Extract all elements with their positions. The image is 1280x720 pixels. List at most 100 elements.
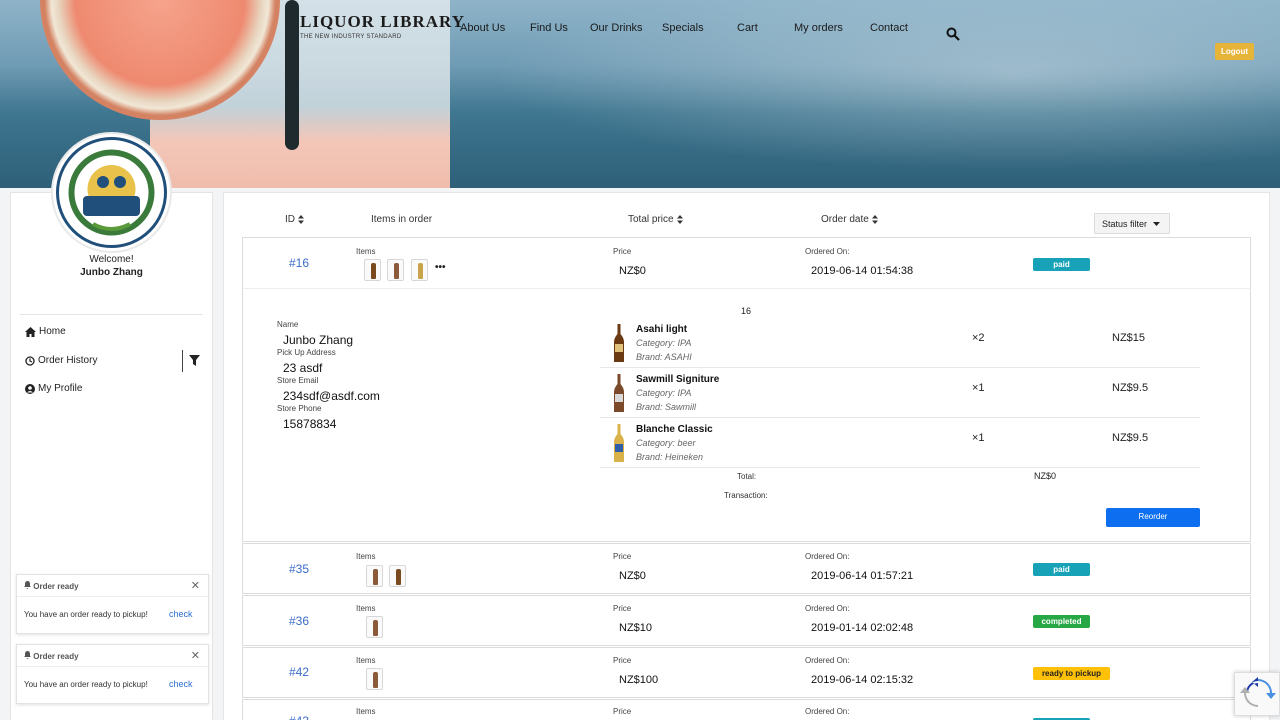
toast-title: Order ready [33, 652, 79, 661]
logout-button[interactable]: Logout [1215, 43, 1255, 60]
item-category: Category: IPA [636, 388, 692, 398]
detail-phone-label: Store Phone [277, 404, 322, 413]
order-item: Asahi light Category: IPA Brand: ASAHI ×… [600, 318, 1200, 368]
brand-name: LIQUOR LIBRARY [300, 12, 466, 31]
item-category: Category: beer [636, 438, 696, 448]
nav-find-us[interactable]: Find Us [530, 22, 568, 34]
ordered-on-label: Ordered On: [805, 707, 850, 716]
detail-name-label: Name [277, 320, 299, 329]
toast-header: Order ready [17, 645, 208, 667]
detail-total-label: Total: [737, 472, 757, 481]
nav-cart[interactable]: Cart [737, 22, 758, 34]
items-label: Items [356, 604, 376, 613]
search-icon[interactable] [946, 27, 960, 41]
detail-order-number: 16 [741, 306, 752, 316]
order-id-link[interactable]: #36 [289, 614, 309, 628]
more-items-icon: ••• [435, 262, 446, 273]
nav-contact[interactable]: Contact [870, 22, 908, 34]
brand-logo[interactable]: LIQUOR LIBRARY THE NEW INDUSTRY STANDARD [300, 12, 465, 40]
nav-my-orders[interactable]: My orders [794, 22, 843, 34]
bell-icon [24, 581, 31, 589]
detail-phone: 15878834 [283, 417, 337, 431]
order-row[interactable]: #35 Items Price NZ$0 Ordered On: 2019-06… [242, 543, 1251, 594]
recaptcha-icon [1240, 677, 1276, 707]
product-thumbnail [366, 668, 383, 690]
sort-icon [298, 215, 304, 224]
order-row[interactable]: #16 Items ••• Price NZ$0 Ordered On: 201… [242, 237, 1251, 289]
detail-total: NZ$0 [1034, 471, 1057, 481]
detail-email: 234sdf@asdf.com [283, 389, 380, 403]
detail-name: Junbo Zhang [283, 333, 354, 347]
detail-email-label: Store Email [277, 376, 319, 385]
recaptcha-badge[interactable] [1234, 672, 1280, 716]
sidebar-item-home[interactable]: Home [25, 326, 66, 337]
header-label: Order date [821, 214, 869, 225]
sidebar-item-label: My Profile [38, 383, 83, 394]
nav-about-us[interactable]: About Us [460, 22, 505, 34]
order-id-link[interactable]: #35 [289, 562, 309, 576]
price-label: Price [613, 552, 632, 561]
product-thumbnail [366, 565, 383, 587]
order-date: 2019-01-14 02:02:48 [811, 622, 914, 634]
close-icon[interactable]: ✕ [191, 649, 200, 662]
order-row[interactable]: #36 Items Price NZ$10 Ordered On: 2019-0… [242, 595, 1251, 646]
sort-icon [676, 215, 683, 224]
column-header-id[interactable]: ID [285, 214, 304, 225]
order-price: NZ$10 [619, 622, 653, 634]
toast-check-link[interactable]: check [169, 609, 193, 619]
close-icon[interactable]: ✕ [191, 579, 200, 592]
order-item: Blanche Classic Category: beer Brand: He… [600, 418, 1200, 468]
order-item: Sawmill Signiture Category: IPA Brand: S… [600, 368, 1200, 418]
header-label: Total price [628, 214, 674, 225]
nav-our-drinks[interactable]: Our Drinks [590, 22, 643, 34]
nav-specials[interactable]: Specials [662, 22, 704, 34]
notification-toast: Order ready ✕ You have an order ready to… [16, 644, 209, 704]
user-name: Junbo Zhang [80, 267, 143, 278]
beer-fest-logo [53, 134, 170, 251]
order-row[interactable]: #43 Items Price Ordered On: [242, 699, 1251, 720]
item-name: Sawmill Signiture [636, 374, 720, 385]
brand-tagline: THE NEW INDUSTRY STANDARD [300, 34, 402, 40]
price-label: Price [613, 656, 632, 665]
price-label: Price [613, 604, 632, 613]
toast-title: Order ready [33, 582, 79, 591]
order-row[interactable]: #42 Items Price NZ$100 Ordered On: 2019-… [242, 647, 1251, 698]
order-id-link[interactable]: #43 [289, 714, 309, 720]
order-id-link[interactable]: #42 [289, 665, 309, 679]
detail-transaction-label: Transaction: [724, 491, 768, 500]
reorder-button[interactable]: Reorder [1106, 508, 1200, 527]
product-thumbnail [387, 259, 404, 281]
straw-image [285, 0, 299, 150]
sidebar-item-label: Order History [38, 355, 98, 366]
item-brand: Brand: Heineken [636, 452, 704, 462]
caret-down-icon [1152, 222, 1160, 226]
items-label: Items [356, 552, 376, 561]
column-header-total[interactable]: Total price [628, 214, 683, 225]
history-icon [25, 355, 35, 366]
column-header-date[interactable]: Order date [821, 214, 878, 225]
sidebar-item-my-profile[interactable]: My Profile [25, 383, 82, 394]
item-brand: Brand: Sawmill [636, 402, 697, 412]
detail-address: 23 asdf [283, 361, 323, 375]
filter-icon[interactable] [189, 355, 200, 366]
order-price: NZ$100 [619, 674, 659, 686]
filter-separator [182, 350, 183, 372]
toast-message: You have an order ready to pickup! [24, 680, 148, 689]
bell-icon [24, 651, 31, 659]
detail-address-label: Pick Up Address [277, 348, 336, 357]
toast-check-link[interactable]: check [169, 679, 193, 689]
welcome-text: Welcome! [89, 254, 134, 265]
product-thumbnail [364, 259, 381, 281]
items-label: Items [356, 707, 376, 716]
order-price: NZ$0 [619, 265, 646, 277]
status-filter-dropdown[interactable]: Status filter [1094, 213, 1170, 234]
notification-toast: Order ready ✕ You have an order ready to… [16, 574, 209, 634]
status-badge: paid [1033, 563, 1090, 576]
order-id-link[interactable]: #16 [289, 256, 309, 270]
items-label: Items [356, 247, 376, 256]
order-date: 2019-06-14 01:57:21 [811, 570, 914, 582]
status-badge: ready to pickup [1033, 667, 1110, 680]
sidebar-item-order-history[interactable]: Order History [25, 355, 97, 366]
home-icon [25, 326, 36, 337]
price-label: Price [613, 707, 632, 716]
